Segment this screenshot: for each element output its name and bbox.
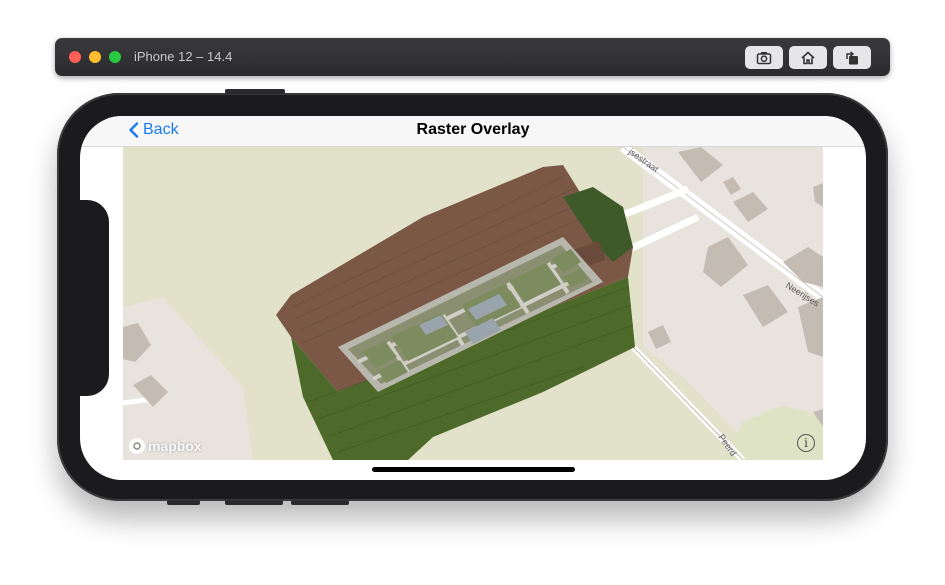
home-icon [801,50,815,64]
mapbox-attribution[interactable]: mapbox [129,438,202,454]
mapbox-logo-text: mapbox [148,438,202,454]
map-canvas: jsestraat Neerijses Peerd [123,147,823,460]
rotate-icon [846,50,858,64]
navigation-bar: Back Raster Overlay [80,116,866,147]
page-title: Raster Overlay [416,121,530,138]
notch [80,200,109,396]
close-window-button[interactable] [69,51,81,63]
map-view[interactable]: jsestraat Neerijses Peerd mapbox i [123,147,823,460]
simulator-title-bar: iPhone 12 – 14.4 [55,38,890,76]
screenshot-button[interactable] [745,46,783,69]
mapbox-logo-icon [129,438,145,454]
minimize-window-button[interactable] [89,51,101,63]
simulator-title: iPhone 12 – 14.4 [134,49,233,64]
phone-screen: Back Raster Overlay jsestraat Neerijses … [80,116,866,480]
side-button [225,500,283,505]
info-icon: i [804,436,808,450]
zoom-window-button[interactable] [109,51,121,63]
home-indicator[interactable] [372,467,575,472]
home-button[interactable] [789,46,827,69]
volume-button [225,89,285,94]
info-button[interactable]: i [797,434,815,452]
side-button [291,500,349,505]
rotate-button[interactable] [833,46,871,69]
side-button [167,500,200,505]
screenshot-icon [756,51,772,64]
